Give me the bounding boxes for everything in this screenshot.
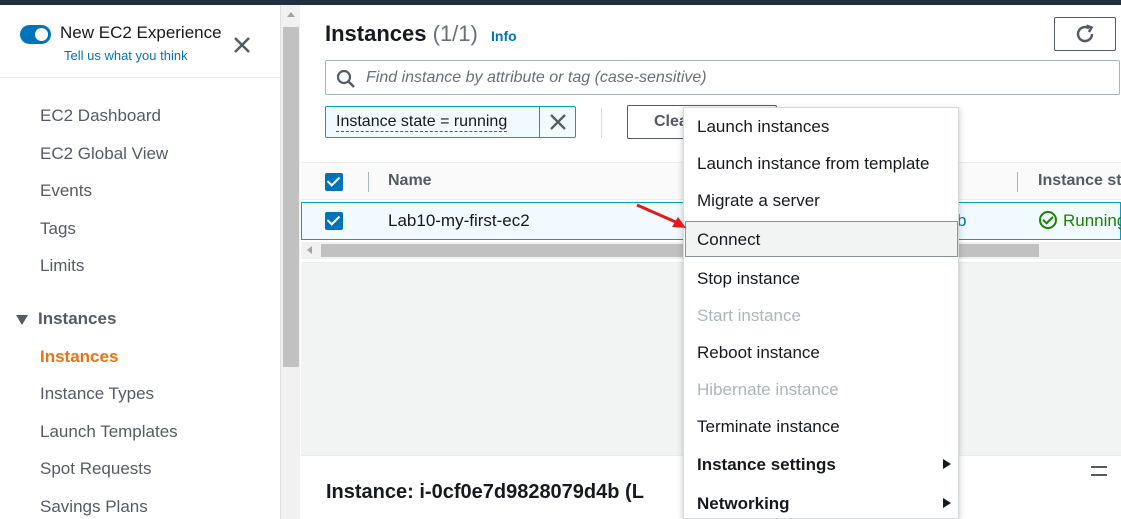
info-link[interactable]: Info — [491, 28, 517, 44]
menu-item-networking[interactable]: Networking — [697, 494, 790, 514]
scrollbar-thumb[interactable] — [283, 27, 299, 367]
menu-item-instance-settings[interactable]: Instance settings — [697, 455, 836, 475]
select-all-checkbox[interactable] — [325, 173, 343, 191]
menu-item-connect[interactable]: Connect — [697, 230, 760, 250]
state-label: Running — [1063, 211, 1121, 230]
column-separator — [1017, 172, 1018, 192]
menu-item-stop-instance[interactable]: Stop instance — [697, 269, 800, 289]
sidebar-divider — [0, 77, 280, 78]
column-separator — [368, 172, 369, 192]
sidebar-item-spot-requests[interactable]: Spot Requests — [40, 459, 152, 479]
selection-count: (1/1) — [432, 21, 478, 46]
menu-item-reboot-instance[interactable]: Reboot instance — [697, 343, 820, 363]
check-circle-icon — [1039, 211, 1057, 229]
instance-actions-menu: Launch instances Launch instance from te… — [683, 107, 959, 519]
new-experience-toggle[interactable] — [20, 25, 51, 44]
sidebar-item-instances[interactable]: Instances — [40, 347, 118, 367]
feedback-link[interactable]: Tell us what you think — [64, 48, 188, 63]
sidebar-item-instance-types[interactable]: Instance Types — [40, 384, 154, 404]
refresh-icon — [1076, 24, 1094, 43]
title-text: Instances — [325, 21, 427, 46]
sidebar: New EC2 Experience Tell us what you thin… — [0, 5, 280, 519]
drag-handle-icon[interactable] — [1091, 466, 1107, 476]
menu-item-launch-from-template[interactable]: Launch instance from template — [697, 154, 929, 174]
menu-item-migrate-server[interactable]: Migrate a server — [697, 191, 820, 211]
sidebar-item-limits[interactable]: Limits — [40, 256, 84, 276]
search-icon — [336, 69, 355, 88]
scroll-left-icon[interactable] — [307, 246, 312, 254]
sidebar-item-ec2-dashboard[interactable]: EC2 Dashboard — [40, 106, 161, 126]
filter-token[interactable]: Instance state = running — [325, 106, 576, 138]
page-title: Instances (1/1) — [325, 21, 478, 47]
menu-item-start-instance: Start instance — [697, 306, 801, 325]
menu-item-hibernate-instance: Hibernate instance — [697, 380, 839, 399]
instance-name: Lab10-my-first-ec2 — [388, 211, 530, 230]
refresh-button[interactable] — [1054, 17, 1116, 51]
detail-title: Instance: i-0cf0e7d9828079d4b (L — [326, 481, 644, 503]
sidebar-section-label: Instances — [38, 309, 117, 328]
search-placeholder: Find instance by attribute or tag (case-… — [366, 69, 707, 86]
annotation-arrow-icon — [636, 203, 686, 228]
caret-down-icon — [16, 314, 28, 325]
sidebar-item-tags[interactable]: Tags — [40, 219, 76, 239]
sidebar-item-ec2-global-view[interactable]: EC2 Global View — [40, 144, 168, 164]
search-input[interactable]: Find instance by attribute or tag (case-… — [325, 60, 1120, 95]
divider — [601, 108, 602, 138]
submenu-caret-icon — [943, 498, 951, 508]
menu-item-launch-instances[interactable]: Launch instances — [697, 117, 829, 137]
instance-state: Running — [1039, 211, 1121, 231]
scroll-up-icon[interactable] — [287, 12, 295, 17]
remove-filter-button[interactable] — [539, 107, 576, 137]
close-icon[interactable] — [230, 33, 254, 57]
menu-item-terminate-instance[interactable]: Terminate instance — [697, 417, 840, 437]
close-icon — [550, 114, 566, 130]
column-header-instance-state[interactable]: Instance st — [1038, 172, 1121, 190]
sidebar-section-instances[interactable]: Instances — [16, 309, 116, 329]
submenu-caret-icon — [943, 459, 951, 469]
sidebar-item-savings-plans[interactable]: Savings Plans — [40, 497, 148, 517]
row-checkbox[interactable] — [325, 212, 343, 230]
sidebar-item-launch-templates[interactable]: Launch Templates — [40, 422, 178, 442]
toggle-title: New EC2 Experience — [60, 23, 222, 42]
new-experience-toggle-row: New EC2 Experience Tell us what you thin… — [20, 23, 280, 78]
filter-label: Instance state = running — [336, 113, 508, 132]
sidebar-scrollbar[interactable] — [280, 5, 300, 519]
sidebar-item-events[interactable]: Events — [40, 181, 92, 201]
column-header-name[interactable]: Name — [388, 172, 432, 190]
